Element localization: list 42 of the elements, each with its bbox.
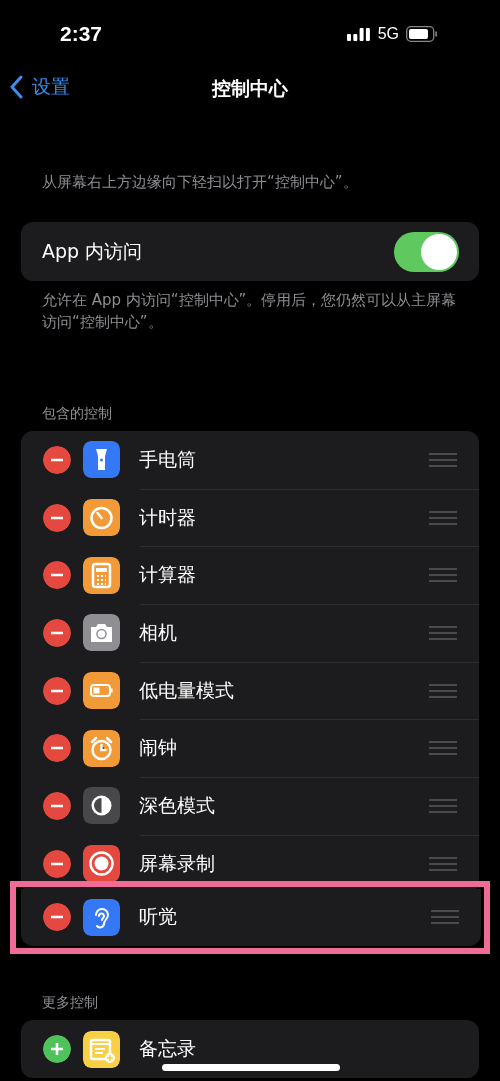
drag-handle-icon[interactable] — [429, 683, 457, 698]
page-title: 控制中心 — [212, 76, 288, 101]
remove-icon[interactable] — [43, 849, 71, 878]
setting-label: App 内访问 — [42, 238, 143, 264]
section-header: 包含的控制 — [42, 405, 113, 423]
control-name: 听觉 — [139, 904, 178, 930]
add-icon[interactable] — [43, 1035, 71, 1064]
remove-icon[interactable] — [43, 561, 71, 590]
drag-handle-icon[interactable] — [429, 510, 457, 525]
drag-handle-icon[interactable] — [429, 568, 457, 583]
control-name: 闹钟 — [139, 735, 178, 761]
drag-handle-icon[interactable] — [429, 798, 457, 813]
section-header: 更多控制 — [42, 994, 99, 1013]
remove-icon[interactable] — [43, 618, 71, 647]
drag-handle-icon[interactable] — [429, 452, 457, 467]
footnote: 允许在 App 内访问“控制中心”。停用后，您仍然可以从主屏幕访问“控制中心”。 — [42, 290, 458, 333]
remove-icon[interactable] — [43, 903, 71, 932]
remove-icon[interactable] — [43, 734, 71, 763]
signal-icon — [346, 27, 371, 41]
description: 从屏幕右上方边缘向下轻扫以打开“控制中心”。 — [42, 172, 359, 192]
remove-icon[interactable] — [43, 503, 71, 532]
drag-handle-icon[interactable] — [429, 625, 457, 640]
remove-icon[interactable] — [43, 791, 71, 820]
control-name: 计时器 — [139, 504, 197, 530]
network-type: 5G — [377, 25, 399, 43]
control-name: 手电筒 — [139, 446, 197, 472]
toggle-switch[interactable] — [394, 231, 459, 272]
drag-handle-icon[interactable] — [429, 741, 457, 756]
control-name: 相机 — [139, 619, 178, 645]
back-button[interactable]: 设置 — [10, 74, 70, 100]
drag-handle-icon[interactable] — [431, 910, 459, 925]
clock: 2:37 — [60, 22, 103, 46]
drag-handle-icon[interactable] — [429, 856, 457, 871]
control-name: 屏幕录制 — [139, 850, 216, 876]
remove-icon[interactable] — [43, 445, 71, 474]
remove-icon[interactable] — [43, 676, 71, 705]
chevron-icon — [10, 75, 24, 99]
control-name: 低电量模式 — [139, 677, 235, 703]
control-name: 计算器 — [139, 562, 197, 588]
control-name: 深色模式 — [139, 792, 216, 818]
control-name: 备忘录 — [139, 1036, 197, 1062]
battery-icon — [406, 26, 438, 42]
